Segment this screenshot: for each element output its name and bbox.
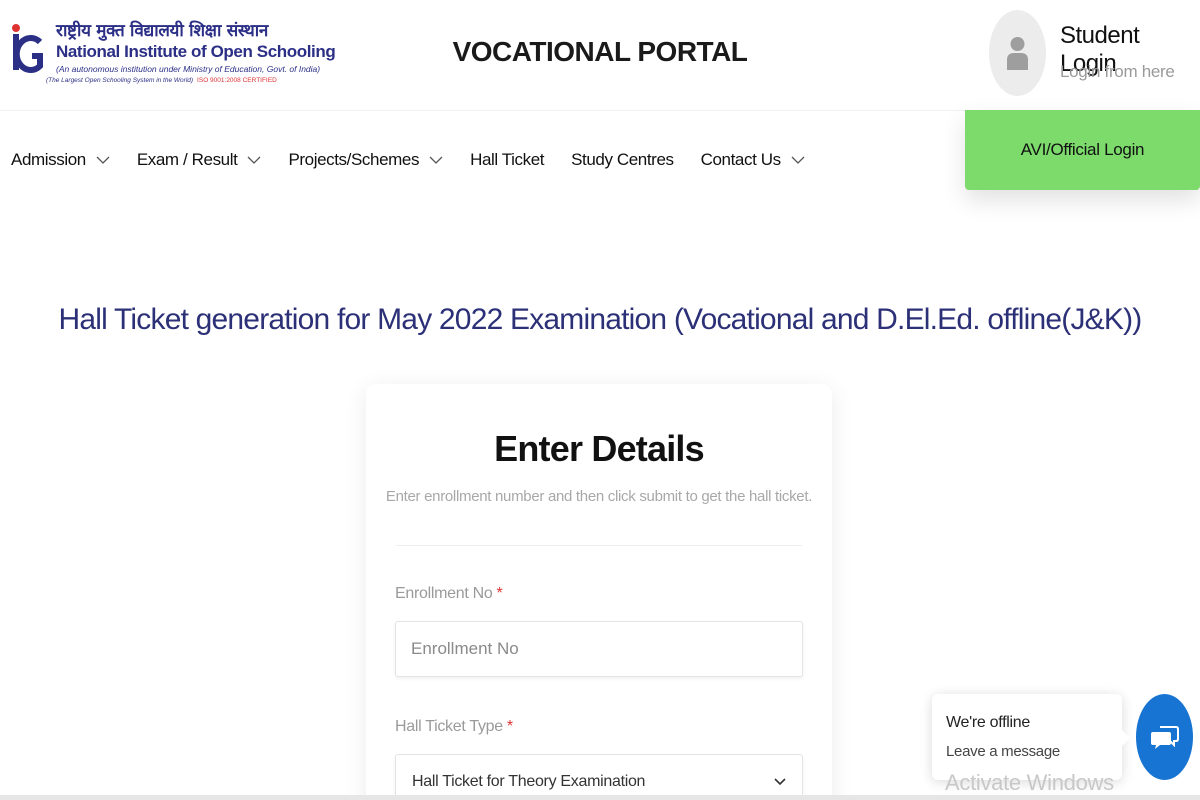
nav-label: Contact Us bbox=[700, 150, 781, 169]
ticket-type-label-text: Hall Ticket Type bbox=[395, 718, 503, 735]
form-title: Enter Details bbox=[494, 428, 704, 469]
chat-button[interactable] bbox=[1136, 694, 1193, 780]
form-divider bbox=[396, 545, 802, 546]
header: राष्ट्रीय मुक्त विद्यालयी शिक्षा संस्थान… bbox=[0, 0, 1200, 111]
enrollment-input[interactable] bbox=[395, 621, 803, 677]
avatar[interactable] bbox=[989, 10, 1046, 96]
logo-tagline: (The Largest Open Schooling System in th… bbox=[46, 77, 277, 84]
chevron-down-icon bbox=[96, 156, 110, 164]
form-subtitle: Enter enrollment number and then click s… bbox=[385, 488, 813, 505]
chat-leave-message[interactable]: Leave a message bbox=[946, 743, 1060, 760]
chevron-down-icon bbox=[791, 156, 805, 164]
avi-official-login-button[interactable]: AVI/Official Login bbox=[965, 110, 1200, 190]
nav-item-hall-ticket[interactable]: Hall Ticket bbox=[470, 150, 544, 170]
nav-label: Admission bbox=[11, 150, 86, 169]
nav-label: Exam / Result bbox=[136, 150, 238, 169]
chevron-down-icon bbox=[429, 156, 443, 164]
user-icon bbox=[1007, 37, 1028, 70]
nav-item-study-centres[interactable]: Study Centres bbox=[571, 150, 674, 170]
page-heading: Hall Ticket generation for May 2022 Exam… bbox=[58, 303, 1143, 336]
nav-item-projects-schemes[interactable]: Projects/Schemes bbox=[288, 150, 443, 170]
nav-item-admission[interactable]: Admission bbox=[11, 150, 110, 170]
ticket-type-selected: Hall Ticket for Theory Examination bbox=[412, 773, 646, 790]
ticket-type-label: Hall Ticket Type * bbox=[395, 718, 513, 736]
details-form-card: Enter Details Enter enrollment number an… bbox=[366, 384, 832, 800]
nav-label: Hall Ticket bbox=[470, 150, 545, 169]
main-nav: Admission Exam / Result Projects/Schemes… bbox=[0, 140, 821, 180]
logo-iso: ISO 9001:2008 CERTIFIED bbox=[197, 77, 277, 84]
chat-icon bbox=[1150, 726, 1179, 749]
chat-status: We're offline bbox=[946, 714, 1030, 731]
bottom-edge bbox=[0, 795, 1200, 800]
chevron-down-icon bbox=[774, 778, 786, 786]
required-mark: * bbox=[496, 585, 503, 602]
logo-tagline-text: (The Largest Open Schooling System in th… bbox=[46, 77, 194, 84]
ticket-type-select[interactable]: Hall Ticket for Theory Examination bbox=[395, 754, 803, 800]
activate-windows-watermark: Activate Windows bbox=[945, 770, 1114, 795]
nav-item-contact-us[interactable]: Contact Us bbox=[701, 150, 805, 170]
nav-label: Study Centres bbox=[571, 150, 674, 169]
student-login-subtitle: Login from here bbox=[1060, 62, 1175, 81]
chat-bubble[interactable]: We're offline Leave a message bbox=[932, 694, 1130, 780]
chevron-down-icon bbox=[247, 156, 261, 164]
page: राष्ट्रीय मुक्त विद्यालयी शिक्षा संस्थान… bbox=[0, 0, 1200, 800]
enrollment-label: Enrollment No * bbox=[395, 585, 503, 603]
nav-label: Projects/Schemes bbox=[288, 150, 420, 169]
required-mark: * bbox=[506, 718, 513, 735]
nav-item-exam-result[interactable]: Exam / Result bbox=[137, 150, 262, 170]
enrollment-label-text: Enrollment No bbox=[395, 585, 493, 602]
